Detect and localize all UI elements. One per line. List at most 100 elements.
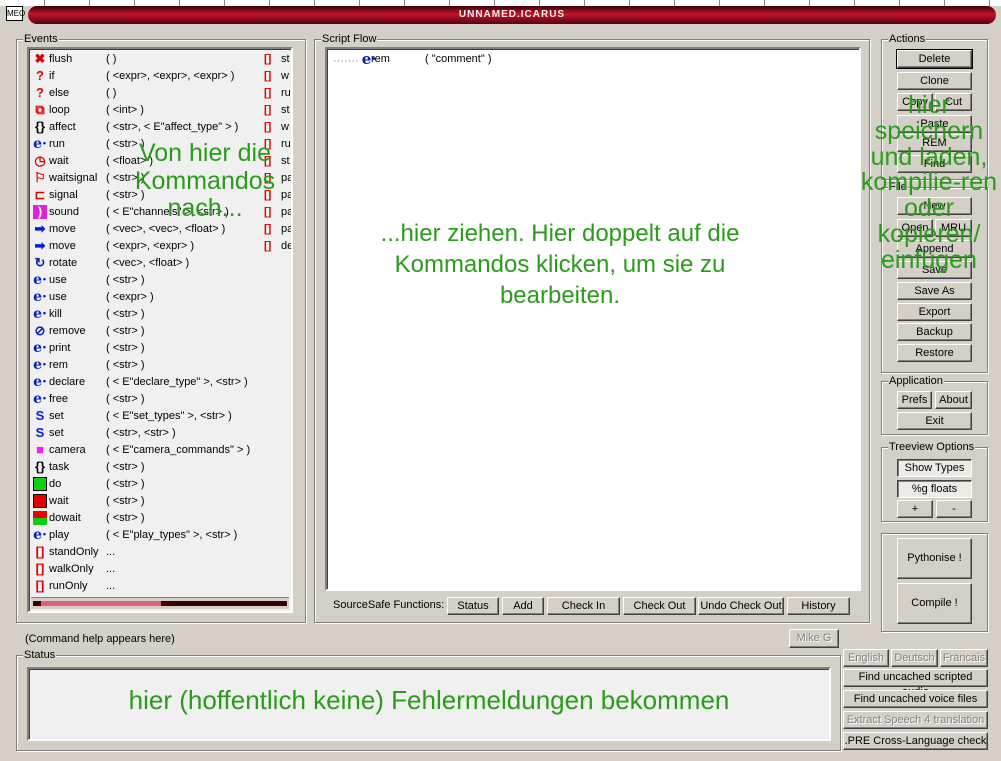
event-item[interactable]: Sset ( < E"set_types" >, <str> ) bbox=[31, 408, 291, 425]
event-item[interactable]: [] walkOnly... bbox=[31, 561, 291, 578]
float-format-toggle[interactable]: %g floats bbox=[897, 480, 972, 498]
event-name: print bbox=[49, 342, 71, 354]
ss-add-button[interactable]: Add bbox=[502, 597, 544, 615]
compile-button[interactable]: Compile ! bbox=[897, 583, 972, 624]
ss-undo-checkout-button[interactable]: Undo Check Out bbox=[698, 597, 784, 615]
do-icon bbox=[33, 477, 47, 491]
event-args: ( <str> ) bbox=[106, 495, 145, 507]
show-types-toggle[interactable]: Show Types bbox=[897, 459, 972, 477]
event-item[interactable]: e· use ( <expr> ) bbox=[31, 289, 291, 306]
signal-icon: ⊏ bbox=[34, 187, 46, 202]
pythonise-button[interactable]: Pythonise ! bbox=[897, 538, 972, 579]
lang-deutsch-button[interactable]: Deutsch bbox=[891, 649, 938, 667]
event-flag: [] bbox=[264, 87, 272, 99]
lang-francais-button[interactable]: Francais bbox=[940, 649, 988, 667]
ss-checkin-button[interactable]: Check In bbox=[547, 597, 620, 615]
event-name: signal bbox=[49, 189, 78, 201]
prefs-button[interactable]: Prefs bbox=[897, 391, 932, 409]
rotate-icon: ↻ bbox=[34, 255, 46, 270]
event-item[interactable]: do ( <str> ) bbox=[31, 476, 291, 493]
braces-icon: {} bbox=[34, 119, 46, 134]
treeview-options-label: Treeview Options bbox=[888, 441, 976, 453]
ss-status-button[interactable]: Status bbox=[447, 597, 499, 615]
events-list[interactable]: [] runOnly... [] walkOnly... [] standOnly... e… bbox=[27, 47, 293, 613]
user-button[interactable]: Mike G bbox=[789, 629, 839, 648]
save-as-button[interactable]: Save As bbox=[897, 282, 972, 300]
event-flag: [] bbox=[264, 121, 272, 133]
event-args: ( <str> ) bbox=[106, 359, 145, 371]
event-item[interactable]: e· use ( <str> ) bbox=[31, 272, 291, 289]
restore-button[interactable]: Restore bbox=[897, 344, 972, 362]
tree-node-name: rem bbox=[371, 53, 390, 65]
clone-button[interactable]: Clone bbox=[897, 72, 972, 90]
event-name: loop bbox=[49, 104, 70, 116]
sourcesafe-label: SourceSafe Functions: bbox=[333, 599, 445, 611]
lang-english-button[interactable]: English bbox=[843, 649, 889, 667]
decrease-button[interactable]: - bbox=[936, 500, 972, 518]
event-name: set bbox=[49, 427, 64, 439]
event-args: ( ) bbox=[106, 87, 117, 99]
event-args: ( <str> ) bbox=[106, 308, 145, 320]
event-item[interactable]: e· print ( <str> ) bbox=[31, 340, 291, 357]
find-voice-files-button[interactable]: Find uncached voice files bbox=[843, 690, 988, 708]
backup-button[interactable]: Backup bbox=[897, 323, 972, 341]
event-item[interactable]: e· declare ( < E"declare_type" >, <str> ) bbox=[31, 374, 291, 391]
question-icon: ? bbox=[36, 85, 44, 100]
annotation-status: hier (hoffentlich keine) Fehlermeldungen… bbox=[128, 685, 730, 715]
event-name: waitsignal bbox=[49, 172, 98, 184]
sound-icon: ) bbox=[33, 205, 47, 219]
event-item[interactable]: e· kill ( <str> ) bbox=[31, 306, 291, 323]
event-args: ( <str> ) bbox=[106, 461, 145, 473]
event-item[interactable]: {} affect ( <str>, < E"affect_type" > ) [] w bbox=[31, 119, 291, 136]
event-args: ( <vec>, <vec>, <float> ) bbox=[106, 223, 226, 235]
events-label: Events bbox=[23, 33, 59, 45]
app-icon[interactable]: MEO bbox=[6, 6, 25, 21]
annotation-script: ...hier ziehen. Hier doppelt auf die Kom… bbox=[380, 220, 740, 310]
event-name: declare bbox=[49, 376, 86, 388]
event-item[interactable]: e· rem ( <str> ) bbox=[31, 357, 291, 374]
event-item[interactable]: ■ camera ( < E"camera_commands" > ) bbox=[31, 442, 291, 459]
event-item[interactable]: ↻ rotate ( <vec>, <float> ) bbox=[31, 255, 291, 272]
arrow-icon: ➡ bbox=[34, 221, 46, 236]
event-item[interactable]: dowait ( <str> ) bbox=[31, 510, 291, 527]
ss-checkout-button[interactable]: Check Out bbox=[623, 597, 696, 615]
scrollbar-thumb[interactable] bbox=[41, 601, 161, 606]
increase-button[interactable]: + bbox=[897, 500, 933, 518]
event-item[interactable]: e· free ( <str> ) bbox=[31, 391, 291, 408]
event-item[interactable]: [] runOnly... bbox=[31, 578, 291, 595]
event-item[interactable]: ? if ( <expr>, <expr>, <expr> ) [] w bbox=[31, 68, 291, 85]
window-title: UNNAMED.ICARUS bbox=[458, 9, 566, 20]
script-tree[interactable]: ······· e· rem ( "comment" ) bbox=[325, 47, 861, 591]
event-name: else bbox=[49, 87, 70, 99]
event-item[interactable]: ? else ( ) [] ru bbox=[31, 85, 291, 102]
bracket-icon: [] bbox=[35, 578, 45, 593]
horizontal-scrollbar[interactable] bbox=[31, 597, 289, 609]
event-item[interactable]: {} task ( <str> ) bbox=[31, 459, 291, 476]
pre-cross-language-button[interactable]: .PRE Cross-Language check bbox=[843, 732, 988, 750]
event-item[interactable]: [] standOnly... bbox=[31, 544, 291, 561]
event-flag: [] bbox=[264, 240, 272, 252]
delete-button[interactable]: Delete bbox=[896, 49, 973, 69]
event-name: task bbox=[49, 461, 70, 473]
about-button[interactable]: About bbox=[935, 391, 972, 409]
flush-icon: ✖ bbox=[34, 51, 46, 66]
event-item[interactable]: ➡ move ( <vec>, <vec>, <float> ) [] pa bbox=[31, 221, 291, 238]
event-item[interactable]: e· play ( < E"play_types" >, <str> ) bbox=[31, 527, 291, 544]
export-button[interactable]: Export bbox=[897, 303, 972, 321]
event-item[interactable]: ⊘ remove ( <str> ) bbox=[31, 323, 291, 340]
exit-button[interactable]: Exit bbox=[897, 412, 972, 430]
event-args: ( < E"play_types" >, <str> ) bbox=[106, 529, 238, 541]
event-item[interactable]: Sset ( <str>, <str> ) bbox=[31, 425, 291, 442]
extract-speech-button[interactable]: Extract Speech 4 translation bbox=[843, 711, 988, 729]
ss-history-button[interactable]: History bbox=[787, 597, 850, 615]
event-item[interactable]: ➡ move ( <expr>, <expr> ) [] de bbox=[31, 238, 291, 255]
event-item[interactable]: wait ( <str> ) bbox=[31, 493, 291, 510]
event-item[interactable]: ⧉ loop ( <int> ) [] st bbox=[31, 102, 291, 119]
event-item[interactable]: ✖ flush ( ) [] st bbox=[31, 51, 291, 68]
event-name: kill bbox=[49, 308, 62, 320]
find-scripted-audio-button[interactable]: Find uncached scripted audio bbox=[843, 669, 988, 698]
event-args: ( <str> ) bbox=[106, 325, 145, 337]
e-icon: e· bbox=[33, 527, 47, 543]
tree-node[interactable]: ······· e· rem ( "comment" ) bbox=[333, 51, 491, 67]
title-bar[interactable]: UNNAMED.ICARUS bbox=[28, 6, 996, 24]
